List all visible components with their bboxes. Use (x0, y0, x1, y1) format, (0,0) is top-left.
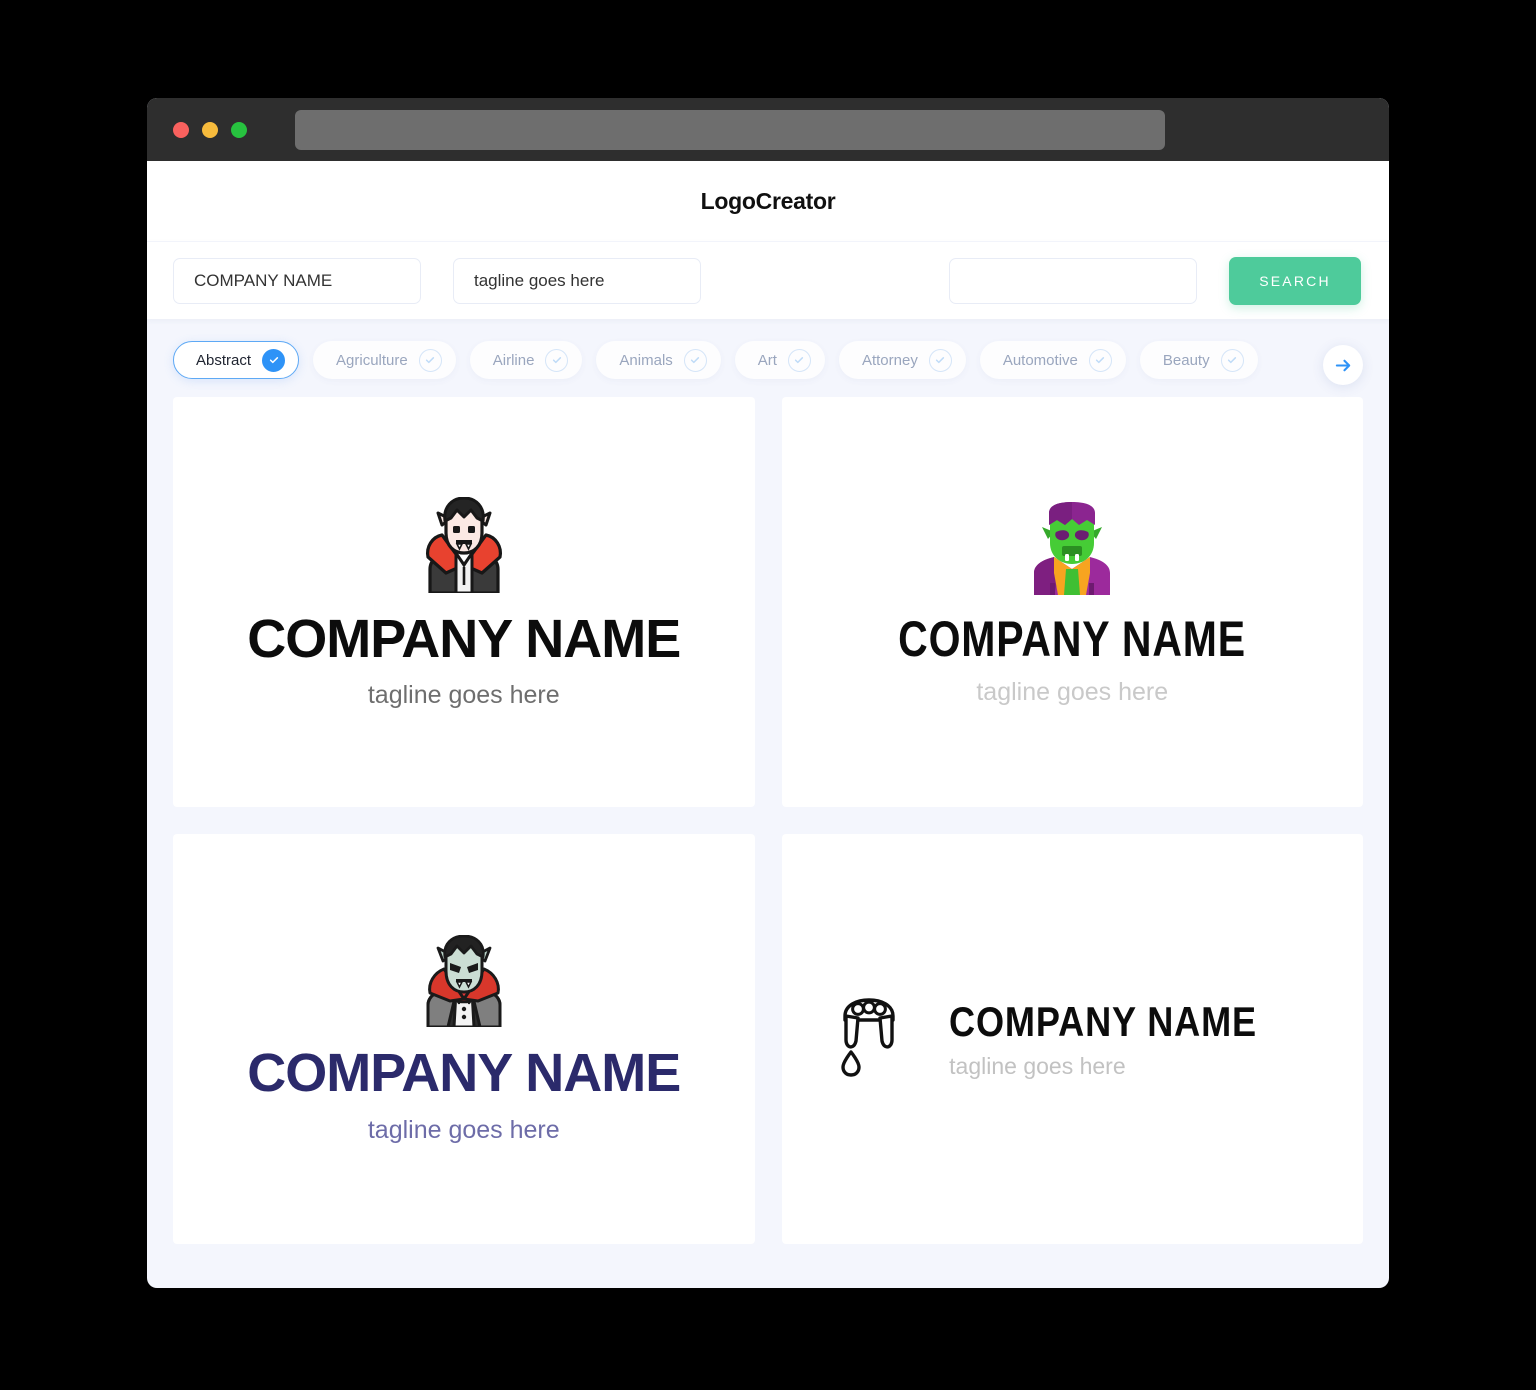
logo-result-card[interactable]: COMPANY NAME tagline goes here (781, 834, 1363, 1244)
category-chip-label: Animals (619, 351, 673, 369)
vampire-fangs-blood-drop-icon (837, 996, 911, 1083)
logo-company-name: COMPANY NAME (898, 611, 1247, 667)
category-filter-bar: Abstract Agriculture Airline Animals Art (147, 319, 1389, 397)
tagline-input[interactable] (453, 257, 701, 304)
company-name-input[interactable] (173, 257, 421, 304)
address-bar[interactable] (295, 109, 1165, 150)
vampire-dracula-icon (412, 496, 516, 598)
zombie-vampire-green-icon (1024, 499, 1120, 600)
logo-result-card[interactable]: COMPANY NAME tagline goes here (781, 397, 1363, 807)
logo-result-card[interactable]: COMPANY NAME tagline goes here (173, 397, 755, 807)
vampire-count-icon (412, 934, 516, 1032)
category-chip-label: Attorney (861, 351, 918, 369)
app-header: LogoCreator (147, 161, 1389, 241)
category-chip-animals[interactable]: Animals (596, 341, 721, 379)
arrow-right-icon (1335, 359, 1350, 371)
category-chip-label: Airline (492, 351, 535, 369)
browser-window: LogoCreator SEARCH Abstract Agriculture … (147, 98, 1389, 1288)
check-circle-icon (418, 348, 442, 372)
category-chip-label: Agriculture (336, 351, 408, 369)
logo-tagline: tagline goes here (949, 1052, 1126, 1079)
logo-company-name: COMPANY NAME (247, 1043, 681, 1103)
category-chip-beauty[interactable]: Beauty (1139, 341, 1258, 379)
close-window-button[interactable] (173, 121, 189, 138)
category-chip-automotive[interactable]: Automotive (979, 341, 1126, 379)
window-controls (173, 121, 247, 138)
logo-tagline: tagline goes here (976, 678, 1169, 706)
browser-titlebar (147, 98, 1389, 161)
category-chip-label: Automotive (1002, 351, 1078, 369)
search-button[interactable]: SEARCH (1229, 256, 1361, 305)
category-chip-label: Abstract (196, 351, 252, 369)
category-chip-attorney[interactable]: Attorney (838, 341, 966, 379)
logo-company-name: COMPANY NAME (949, 997, 1258, 1045)
logo-tagline: tagline goes here (367, 1116, 560, 1144)
logo-company-name: COMPANY NAME (247, 608, 681, 669)
logo-result-card[interactable]: COMPANY NAME tagline goes here (173, 834, 755, 1244)
category-chip-label: Beauty (1162, 351, 1210, 369)
category-chip-art[interactable]: Art (734, 341, 825, 379)
category-chip-airline[interactable]: Airline (469, 341, 583, 379)
keyword-input[interactable] (949, 257, 1197, 304)
minimize-window-button[interactable] (202, 121, 218, 138)
maximize-window-button[interactable] (231, 121, 247, 138)
category-chip-agriculture[interactable]: Agriculture (313, 341, 456, 379)
search-toolbar: SEARCH (147, 241, 1389, 319)
check-circle-icon (1220, 348, 1244, 372)
category-chip-abstract[interactable]: Abstract (173, 341, 300, 379)
categories-next-button[interactable] (1323, 345, 1363, 385)
check-circle-icon (683, 348, 707, 372)
check-circle-icon (262, 348, 286, 372)
check-circle-icon (545, 348, 569, 372)
logo-tagline: tagline goes here (367, 680, 560, 709)
logo-results-grid: COMPANY NAME tagline goes here COMPANY N… (147, 397, 1389, 1270)
check-circle-icon (1088, 348, 1112, 372)
app-brand-title: LogoCreator (700, 187, 836, 214)
check-circle-icon (787, 348, 811, 372)
check-circle-icon (928, 348, 952, 372)
category-chip-label: Art (757, 351, 777, 369)
